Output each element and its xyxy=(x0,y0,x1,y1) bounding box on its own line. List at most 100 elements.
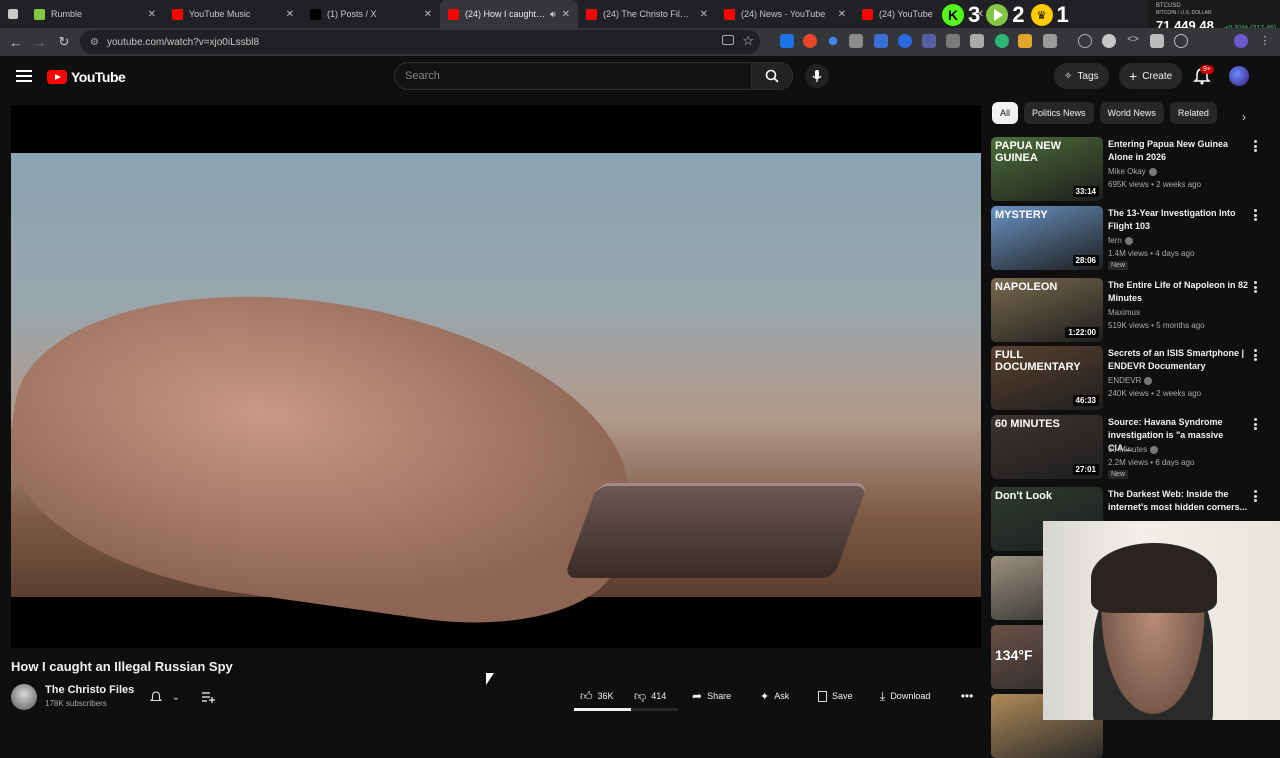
profile-menu-icon[interactable] xyxy=(1234,34,1248,48)
more-vertical-icon[interactable] xyxy=(1251,417,1259,431)
like-button[interactable]: 👍︎ 36K xyxy=(572,684,622,708)
browser-tab[interactable]: (1) Posts / X ✕ xyxy=(302,0,440,28)
history-icon[interactable] xyxy=(1078,34,1092,48)
speaker-icon[interactable]: 🔊︎ xyxy=(550,9,556,20)
extension-icon-10[interactable] xyxy=(995,34,1009,48)
share-button[interactable]: ➦ Share xyxy=(684,684,740,708)
extension-icon-5[interactable] xyxy=(874,34,888,48)
score-rumble-value: 2 xyxy=(1012,2,1025,27)
ticker-subtitle: BITCOIN / U.S. DOLLAR xyxy=(1156,10,1212,16)
browser-tab[interactable]: (24) The Christo Files - Yo ✕ xyxy=(578,0,716,28)
recommendation-item[interactable]: 60 MINUTES 27:01 Source: Havana Syndrome i… xyxy=(991,415,1261,479)
recommendation-title[interactable]: The Entire Life of Napoleon in 82 Minute… xyxy=(1108,279,1248,305)
recommendation-channel[interactable]: Mike Okay xyxy=(1108,167,1157,176)
recommendation-title[interactable]: Secrets of an ISIS Smartphone | ENDEVR D… xyxy=(1108,347,1248,373)
close-tab-icon[interactable]: ✕ xyxy=(838,9,846,20)
close-tab-icon[interactable]: ✕ xyxy=(562,9,570,20)
recommendation-channel[interactable]: 60 Minutes xyxy=(1108,445,1159,454)
browser-tab[interactable]: (24) How I caught an 🔊︎ ✕ xyxy=(440,0,578,28)
microphone-icon xyxy=(812,70,822,82)
cast-icon[interactable] xyxy=(722,35,734,45)
more-vertical-icon[interactable] xyxy=(1251,489,1259,503)
extension-icon-13[interactable] xyxy=(1150,34,1164,48)
more-vertical-icon[interactable] xyxy=(1251,280,1259,294)
extension-icon-8[interactable] xyxy=(946,34,960,48)
more-vertical-icon[interactable] xyxy=(1251,208,1259,222)
extension-icon-4[interactable] xyxy=(849,34,863,48)
subscription-bell-button[interactable] xyxy=(145,686,167,708)
devtools-icon[interactable]: <> xyxy=(1126,34,1140,48)
recommendation-channel[interactable]: fern xyxy=(1108,236,1133,245)
recommendation-title[interactable]: The 13-Year Investigation Into Flight 10… xyxy=(1108,207,1248,233)
recommendation-item[interactable]: NAPOLEON 1:22:00 The Entire Life of Napole… xyxy=(991,278,1261,342)
chevron-down-icon[interactable]: ⌄ xyxy=(165,686,187,708)
filter-chip[interactable]: World News xyxy=(1099,102,1164,124)
channel-label: fern xyxy=(1108,236,1122,245)
extension-icon-3[interactable] xyxy=(828,36,838,46)
close-tab-icon[interactable]: ✕ xyxy=(424,9,432,20)
video-thumbnail[interactable]: NAPOLEON 1:22:00 xyxy=(991,278,1103,342)
filter-chip[interactable]: Related xyxy=(1169,102,1217,124)
video-thumbnail[interactable]: 60 MINUTES 27:01 xyxy=(991,415,1103,479)
subscriber-count: 178K subscribers xyxy=(45,699,107,708)
account-avatar[interactable] xyxy=(1229,66,1249,86)
channel-name[interactable]: The Christo Files xyxy=(45,684,134,696)
ask-button[interactable]: ✦ Ask xyxy=(752,684,798,708)
extension-icon-9[interactable] xyxy=(970,34,984,48)
search-lens-icon[interactable] xyxy=(1174,34,1188,48)
channel-avatar[interactable] xyxy=(11,684,37,710)
site-info-icon[interactable]: ⚙ xyxy=(90,37,99,48)
search-input[interactable]: Search xyxy=(394,62,752,90)
extension-icon-2[interactable] xyxy=(803,34,817,48)
save-button[interactable]: Save xyxy=(810,684,861,708)
dislike-button[interactable]: 👎︎ 414 xyxy=(626,684,675,708)
tab-favicon-icon xyxy=(448,8,459,20)
more-vertical-icon[interactable] xyxy=(1251,139,1259,153)
close-tab-icon[interactable]: ✕ xyxy=(148,9,156,20)
extension-icon-7[interactable] xyxy=(922,34,936,48)
recommendation-title[interactable]: The Darkest Web: Inside the internet's m… xyxy=(1108,488,1248,514)
recommendation-title[interactable]: Entering Papua New Guinea Alone in 2026 xyxy=(1108,138,1248,164)
more-vertical-icon[interactable] xyxy=(1251,348,1259,362)
address-bar[interactable]: ⚙ youtube.com/watch?v=xjo0iLssbl8 ☆ xyxy=(80,30,760,54)
youtube-logo[interactable]: YouTube xyxy=(47,69,126,85)
video-player[interactable] xyxy=(11,105,981,648)
tags-button[interactable]: ✧ Tags xyxy=(1054,63,1109,89)
extension-icon-1[interactable] xyxy=(780,34,794,48)
browser-tab[interactable]: (24) News - YouTube ✕ xyxy=(716,0,854,28)
video-thumbnail[interactable]: FULL DOCUMENTARY 46:33 xyxy=(991,346,1103,410)
tab-search-icon[interactable] xyxy=(0,0,26,28)
add-to-queue-icon[interactable] xyxy=(197,686,219,708)
extension-icon-11[interactable] xyxy=(1018,34,1032,48)
back-arrow-icon[interactable]: ← xyxy=(4,30,28,54)
more-actions-button[interactable]: ••• xyxy=(954,684,980,708)
browser-tab[interactable]: Rumble ✕ xyxy=(26,0,164,28)
voice-search-button[interactable] xyxy=(805,64,829,88)
download-button[interactable]: ⤓ Download xyxy=(872,684,939,708)
extension-icon-12[interactable] xyxy=(1102,34,1116,48)
browser-menu-icon[interactable]: ⋮ xyxy=(1258,34,1272,48)
video-thumbnail[interactable]: PAPUA NEW GUINEA 33:14 xyxy=(991,137,1103,201)
menu-hamburger-icon[interactable] xyxy=(16,70,32,82)
recommendation-channel[interactable]: Maximus xyxy=(1108,308,1140,317)
chevron-right-icon[interactable]: › xyxy=(1238,110,1250,124)
recommendation-item[interactable]: PAPUA NEW GUINEA 33:14 Entering Papua New … xyxy=(991,137,1261,201)
close-tab-icon[interactable]: ✕ xyxy=(286,9,294,20)
recommendation-item[interactable]: FULL DOCUMENTARY 46:33 Secrets of an ISIS … xyxy=(991,346,1261,410)
create-button[interactable]: + Create xyxy=(1119,63,1183,89)
filter-chip[interactable]: Politics News xyxy=(1024,102,1094,124)
filter-chip[interactable]: All xyxy=(992,102,1019,124)
search-button[interactable] xyxy=(751,62,793,90)
video-thumbnail[interactable]: MYSTERY 28:06 xyxy=(991,206,1103,270)
bookmark-star-icon[interactable]: ☆ xyxy=(742,33,754,49)
browser-tab[interactable]: YouTube Music ✕ xyxy=(164,0,302,28)
extension-icon-6[interactable] xyxy=(898,34,912,48)
thumbs-up-icon: 👍︎ xyxy=(580,688,593,703)
extensions-puzzle-icon[interactable] xyxy=(1043,34,1057,48)
thumbnail-overlay-text: 134°F xyxy=(995,647,1033,663)
recommendation-channel[interactable]: ENDEVR xyxy=(1108,376,1153,385)
forward-arrow-icon[interactable]: → xyxy=(28,30,52,54)
close-tab-icon[interactable]: ✕ xyxy=(700,9,708,20)
recommendation-item[interactable]: MYSTERY 28:06 The 13-Year Investigation In… xyxy=(991,206,1261,270)
reload-icon[interactable]: ↻ xyxy=(52,30,76,54)
